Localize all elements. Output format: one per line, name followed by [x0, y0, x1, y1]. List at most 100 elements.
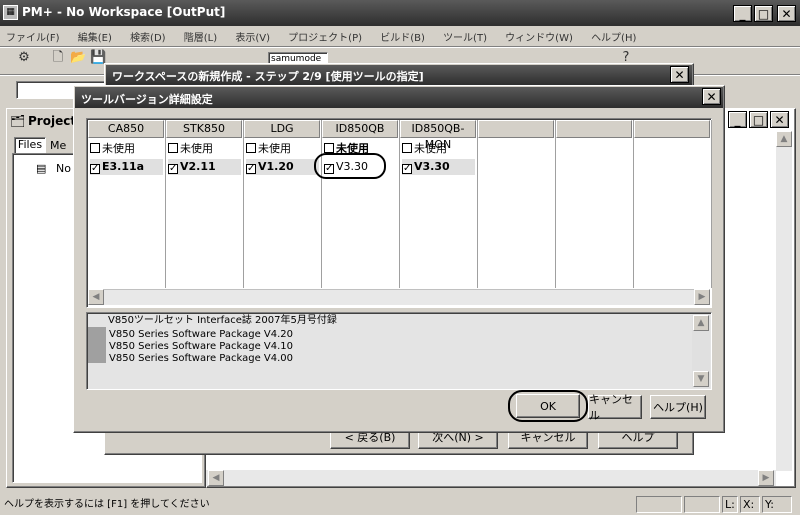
status-y: Y: — [762, 496, 792, 513]
checked-checkbox-icon[interactable]: ✓ — [90, 164, 100, 174]
menu-help[interactable]: ヘルプ(H) — [591, 33, 636, 44]
info-line-4: V850 Series Software Package V4.00 — [88, 351, 293, 364]
info-scroll-up-arrow[interactable]: ▲ — [693, 315, 709, 331]
output-scroll-up-arrow[interactable]: ▲ — [776, 131, 792, 147]
checkbox-icon[interactable] — [246, 143, 256, 153]
version-item[interactable]: 未使用 — [168, 141, 241, 157]
output-vscroll[interactable] — [776, 131, 792, 471]
menu-build[interactable]: ビルド(B) — [380, 33, 425, 44]
tool-column[interactable] — [478, 120, 556, 288]
checked-checkbox-icon[interactable]: ✓ — [402, 164, 412, 174]
menu-bar: ファイル(F) 編集(E) 検索(D) 階層(L) 表示(V) プロジェクト(P… — [6, 29, 796, 45]
open-folder-icon[interactable]: 📂 — [70, 50, 86, 66]
info-line-1: V850ツールセット Interface誌 2007年5月号付録 — [108, 315, 337, 326]
version-label: 未使用 — [180, 142, 213, 155]
menu-view[interactable]: 表示(V) — [235, 33, 270, 44]
info-line-3: V850 Series Software Package V4.10 — [88, 339, 293, 352]
tool-column-header — [556, 120, 632, 138]
menu-tools[interactable]: ツール(T) — [443, 33, 487, 44]
app-title: PM+ - No Workspace [OutPut] — [22, 5, 226, 19]
tool-column-header: STK850 — [166, 120, 242, 138]
tool-column-header: CA850 — [88, 120, 164, 138]
dialog-close-button[interactable]: ✕ — [702, 88, 721, 105]
version-item[interactable]: 未使用 — [246, 141, 319, 157]
output-minimize-button[interactable]: _ — [728, 111, 747, 128]
project-tab-mem[interactable]: Me — [50, 139, 72, 153]
checked-checkbox-icon[interactable]: ✓ — [168, 164, 178, 174]
status-cell-2 — [684, 496, 720, 513]
tool-list-scroll-right-arrow[interactable]: ▶ — [694, 289, 710, 305]
menu-project[interactable]: プロジェクト(P) — [288, 33, 362, 44]
minimize-button[interactable]: _ — [733, 5, 752, 22]
close-button[interactable]: ✕ — [777, 5, 796, 22]
menu-edit[interactable]: 編集(E) — [78, 33, 112, 44]
checkbox-icon[interactable] — [90, 143, 100, 153]
tool-column-header — [634, 120, 710, 138]
checked-checkbox-icon[interactable]: ✓ — [246, 164, 256, 174]
tool-column[interactable]: 未使用 ✓ V2.11 — [166, 120, 244, 288]
version-item[interactable]: ✓ V3.30 — [402, 159, 475, 175]
menu-hierarchy[interactable]: 階層(L) — [184, 33, 217, 44]
new-file-icon[interactable]: 🗋 — [50, 50, 66, 66]
checkbox-icon[interactable] — [168, 143, 178, 153]
version-label: 未使用 — [258, 142, 291, 155]
dialog-title: ツールバージョン詳細設定 — [81, 93, 213, 106]
app-icon: ▦ — [3, 5, 18, 20]
tree-node-label[interactable]: No — [56, 162, 71, 176]
version-item[interactable]: 未使用 — [90, 141, 163, 157]
id850qb-highlight-circle — [314, 153, 386, 179]
info-scroll-down-arrow[interactable]: ▼ — [693, 371, 709, 387]
version-label: V2.11 — [180, 160, 216, 173]
tool-column-header: ID850QB — [322, 120, 398, 138]
menu-divider — [0, 46, 800, 48]
tool-list-hscroll[interactable] — [88, 289, 710, 305]
dialog-help-button[interactable]: ヘルプ(H) — [650, 395, 706, 419]
project-panel-title: Project — [28, 114, 77, 128]
dialog-titlebar: ツールバージョン詳細設定 — [75, 87, 723, 108]
status-cell-1 — [636, 496, 682, 513]
app-titlebar: PM+ - No Workspace [OutPut] — [0, 0, 800, 26]
status-line: L: — [722, 496, 738, 513]
checkbox-icon[interactable] — [402, 143, 412, 153]
output-scroll-right-arrow[interactable]: ▶ — [758, 470, 774, 486]
tool-column-header: ID850QB-MON — [400, 120, 476, 151]
tool-column-header — [478, 120, 554, 138]
output-scroll-left-arrow[interactable]: ◀ — [208, 470, 224, 486]
wizard-titlebar: ワークスペースの新規作成 - ステップ 2/9 [使用ツールの指定] — [106, 65, 692, 85]
version-label: 未使用 — [102, 142, 135, 155]
version-label: E3.11a — [102, 160, 145, 173]
info-line-2: V850 Series Software Package V4.20 — [88, 327, 293, 340]
tool-list-scroll-left-arrow[interactable]: ◀ — [88, 289, 104, 305]
version-label: V3.30 — [414, 160, 450, 173]
project-tree-icon: 🗂 — [10, 114, 26, 128]
version-item[interactable]: ✓ V2.11 — [168, 159, 241, 175]
project-tab-files[interactable]: Files — [14, 137, 46, 153]
checkbox-icon[interactable] — [324, 143, 334, 153]
info-swatch-icon — [88, 327, 106, 339]
workspace-icon[interactable]: ⚙ — [16, 50, 32, 66]
tool-column-header: LDG — [244, 120, 320, 138]
tool-column[interactable]: 未使用 ✓ V1.20 — [244, 120, 322, 288]
tool-column[interactable]: 未使用 ✓ E3.11a — [88, 120, 166, 288]
status-x: X: — [740, 496, 760, 513]
menu-search[interactable]: 検索(D) — [130, 33, 166, 44]
info-swatch-icon — [88, 351, 106, 363]
tool-column[interactable]: 未使用✓V3.30 — [322, 120, 400, 288]
info-swatch-icon — [88, 339, 106, 351]
version-label: V1.20 — [258, 160, 294, 173]
output-close-button[interactable]: ✕ — [770, 111, 789, 128]
output-maximize-button[interactable]: □ — [749, 111, 768, 128]
status-text: ヘルプを表示するには [F1] を押してください — [4, 499, 210, 510]
wizard-close-button[interactable]: ✕ — [670, 66, 689, 83]
maximize-button[interactable]: □ — [754, 5, 773, 22]
tool-column[interactable] — [634, 120, 712, 288]
version-item[interactable]: ✓ V1.20 — [246, 159, 319, 175]
version-item[interactable]: ✓ E3.11a — [90, 159, 163, 175]
menu-file[interactable]: ファイル(F) — [6, 33, 60, 44]
menu-window[interactable]: ウィンドウ(W) — [505, 33, 573, 44]
tool-column[interactable] — [556, 120, 634, 288]
tree-node-icon: ▤ — [36, 162, 47, 175]
wizard-title: ワークスペースの新規作成 - ステップ 2/9 [使用ツールの指定] — [112, 70, 424, 83]
output-hscroll[interactable] — [206, 470, 776, 486]
dialog-cancel-button[interactable]: キャンセル — [588, 393, 642, 422]
